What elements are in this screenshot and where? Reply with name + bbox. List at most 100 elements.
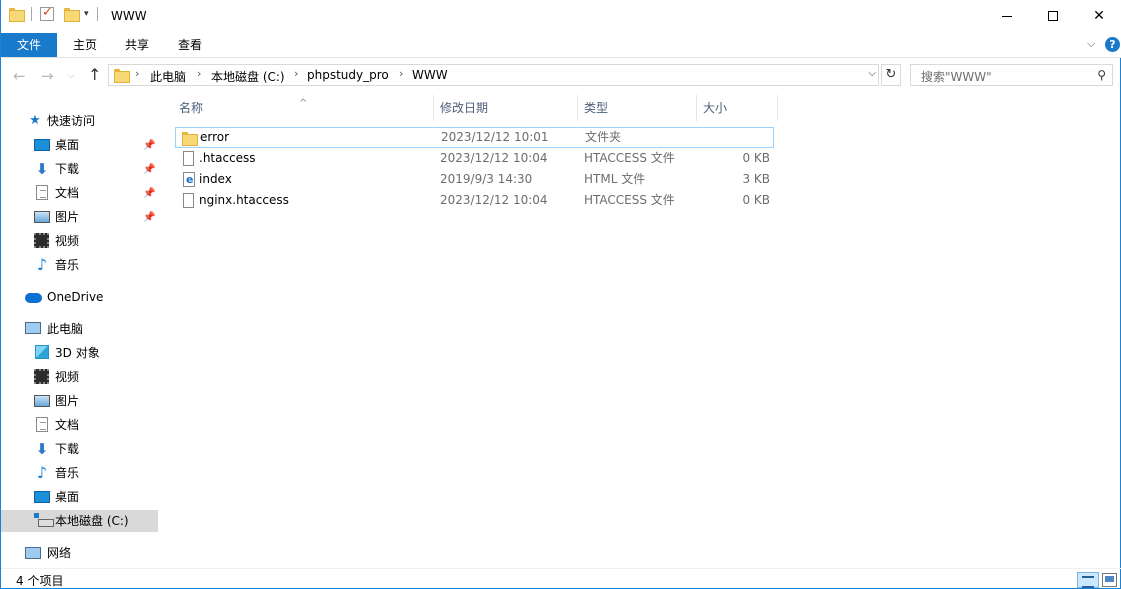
- sidebar-item-videos[interactable]: 视频: [1, 366, 158, 388]
- tab-view[interactable]: 查看: [166, 33, 214, 57]
- cloud-icon: [25, 293, 42, 303]
- tab-file[interactable]: 文件: [1, 33, 57, 57]
- window-title: WWW: [111, 9, 147, 23]
- toolbar-separator: [31, 7, 32, 21]
- sidebar-item-label: 文档: [55, 186, 80, 200]
- sidebar-item-videos[interactable]: 视频: [1, 230, 158, 252]
- up-arrow-icon[interactable]: ↑: [88, 65, 101, 84]
- search-box[interactable]: 搜索"WWW" ⚲: [910, 64, 1113, 86]
- large-icons-view-icon[interactable]: [1102, 573, 1117, 587]
- column-label: 大小: [703, 101, 728, 115]
- pin-icon[interactable]: 📌: [143, 135, 155, 157]
- desktop-icon: [34, 139, 50, 151]
- breadcrumb-separator[interactable]: ›: [135, 67, 139, 80]
- help-icon[interactable]: ?: [1105, 37, 1120, 52]
- file-name: nginx.htaccess: [199, 193, 289, 207]
- sidebar-item-quick-access[interactable]: ★ 快速访问: [1, 110, 158, 132]
- sidebar-item-label: 快速访问: [47, 114, 96, 128]
- download-icon: ⬇: [35, 440, 49, 458]
- music-icon: ♪: [36, 463, 48, 482]
- sidebar-item-music[interactable]: ♪ 音乐: [1, 462, 158, 484]
- sidebar-item-label: 文档: [55, 418, 80, 432]
- sidebar-item-label: 视频: [55, 234, 80, 248]
- column-label: 类型: [584, 101, 609, 115]
- breadcrumb-separator[interactable]: ›: [399, 67, 403, 80]
- pin-icon[interactable]: 📌: [143, 159, 155, 181]
- properties-icon[interactable]: [40, 5, 54, 21]
- sidebar-item-music[interactable]: ♪ 音乐: [1, 254, 158, 276]
- file-size: 0 KB: [742, 151, 770, 165]
- recent-locations-chevron-icon[interactable]: ⌵: [68, 71, 75, 81]
- new-folder-icon[interactable]: [64, 8, 80, 22]
- folder-icon: [114, 69, 130, 83]
- address-dropdown-chevron-icon[interactable]: ⌵: [868, 68, 876, 79]
- tab-share[interactable]: 共享: [113, 33, 161, 57]
- quick-access-toolbar: ▾: [9, 5, 102, 22]
- sidebar-item-onedrive[interactable]: OneDrive: [1, 286, 158, 308]
- sidebar-item-pictures[interactable]: 图片 📌: [1, 206, 158, 228]
- address-bar[interactable]: › 此电脑 › 本地磁盘 (C:) › phpstudy_pro › WWW ⌵: [108, 64, 879, 86]
- minimize-icon: [1002, 15, 1012, 17]
- video-icon: [34, 369, 49, 384]
- html-file-icon: [183, 169, 195, 190]
- sidebar-item-pictures[interactable]: 图片: [1, 390, 158, 412]
- sidebar-item-downloads[interactable]: ⬇ 下载 📌: [1, 158, 158, 180]
- breadcrumb-separator[interactable]: ›: [294, 67, 298, 80]
- file-name: index: [199, 172, 232, 186]
- folder-icon[interactable]: [9, 8, 25, 22]
- sidebar-item-documents[interactable]: 文档: [1, 414, 158, 436]
- ribbon-tabs: 文件 主页 共享 查看 ⌵ ?: [1, 32, 1121, 58]
- file-name: error: [200, 130, 230, 144]
- customize-toolbar-dropdown-icon[interactable]: ▾: [84, 9, 89, 19]
- search-input[interactable]: 搜索"WWW": [921, 68, 992, 85]
- pin-icon[interactable]: 📌: [143, 207, 155, 229]
- forward-arrow-icon[interactable]: →: [41, 67, 54, 85]
- column-header-type[interactable]: 类型: [578, 95, 697, 121]
- sidebar-item-documents[interactable]: 文档 📌: [1, 182, 158, 204]
- file-date: 2023/12/12 10:01: [441, 130, 549, 144]
- file-list: ^ 名称 修改日期 类型 大小 error 2023/12/12 10:01 文…: [161, 93, 1121, 568]
- sidebar-item-desktop[interactable]: 桌面 📌: [1, 134, 158, 156]
- file-size: 3 KB: [742, 172, 770, 186]
- details-view-icon[interactable]: [1077, 572, 1099, 588]
- sidebar-item-this-pc[interactable]: 此电脑: [1, 318, 158, 340]
- table-row[interactable]: .htaccess 2023/12/12 10:04 HTACCESS 文件 0…: [175, 148, 774, 169]
- column-header-date[interactable]: 修改日期: [434, 95, 578, 121]
- sidebar-item-network[interactable]: 网络: [1, 542, 158, 564]
- column-header-name[interactable]: ^ 名称: [161, 95, 434, 121]
- document-icon: [36, 417, 48, 432]
- tab-home[interactable]: 主页: [61, 33, 109, 57]
- breadcrumb-separator[interactable]: ›: [197, 67, 201, 80]
- sort-ascending-icon: ^: [299, 98, 308, 109]
- table-row[interactable]: error 2023/12/12 10:01 文件夹: [175, 127, 774, 148]
- expand-ribbon-chevron-icon[interactable]: ⌵: [1087, 37, 1095, 51]
- sidebar-item-desktop[interactable]: 桌面: [1, 486, 158, 508]
- sidebar-item-label: 本地磁盘 (C:): [55, 514, 129, 528]
- navigation-bar: ← → ⌵ ↑ › 此电脑 › 本地磁盘 (C:) › phpstudy_pro…: [1, 59, 1121, 93]
- pin-icon[interactable]: 📌: [143, 183, 155, 205]
- music-icon: ♪: [36, 255, 48, 274]
- table-row[interactable]: nginx.htaccess 2023/12/12 10:04 HTACCESS…: [175, 190, 774, 211]
- table-row[interactable]: index 2019/9/3 14:30 HTML 文件 3 KB: [175, 169, 774, 190]
- video-icon: [34, 233, 49, 248]
- column-header-size[interactable]: 大小: [697, 95, 778, 121]
- breadcrumb-this-pc[interactable]: 此电脑: [150, 68, 186, 85]
- file-date: 2019/9/3 14:30: [440, 172, 533, 186]
- maximize-button[interactable]: [1030, 0, 1076, 32]
- file-date: 2023/12/12 10:04: [440, 151, 548, 165]
- file-type: 文件夹: [585, 130, 622, 144]
- refresh-button[interactable]: ↻: [881, 64, 901, 86]
- close-button[interactable]: ✕: [1076, 0, 1121, 32]
- sidebar-item-label: 桌面: [55, 490, 80, 504]
- sidebar-item-3d-objects[interactable]: 3D 对象: [1, 342, 158, 364]
- breadcrumb-phpstudy-pro[interactable]: phpstudy_pro: [307, 68, 389, 82]
- minimize-button[interactable]: [984, 0, 1030, 32]
- file-size: 0 KB: [742, 193, 770, 207]
- breadcrumb-local-disk[interactable]: 本地磁盘 (C:): [211, 68, 285, 85]
- breadcrumb-www[interactable]: WWW: [412, 68, 448, 82]
- sidebar-item-label: 音乐: [55, 258, 80, 272]
- file-icon: [183, 151, 194, 166]
- sidebar-item-downloads[interactable]: ⬇ 下载: [1, 438, 158, 460]
- sidebar-item-local-disk[interactable]: 本地磁盘 (C:): [1, 510, 158, 532]
- back-arrow-icon[interactable]: ←: [13, 67, 26, 85]
